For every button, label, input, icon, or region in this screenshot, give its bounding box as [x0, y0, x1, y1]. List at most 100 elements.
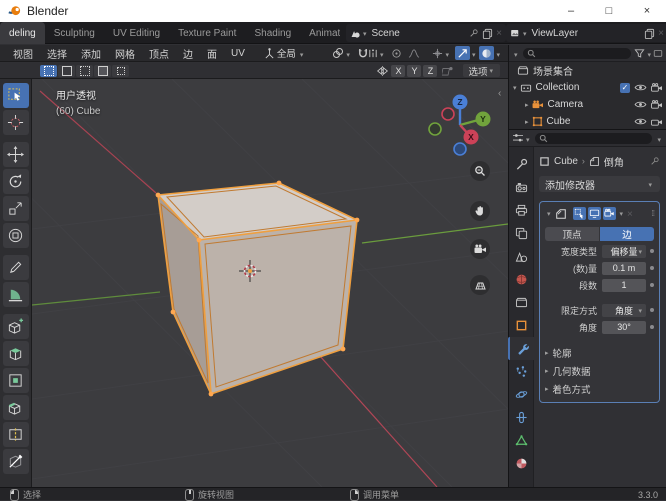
collection-checkbox[interactable] [620, 82, 630, 93]
tool-rotate[interactable] [2, 169, 29, 194]
tab-modeling[interactable]: deling [0, 22, 45, 44]
disable-render-camera-icon[interactable] [651, 82, 663, 93]
maximize-button[interactable]: □ [590, 0, 628, 22]
tab-tool[interactable] [509, 153, 533, 176]
filter-icon[interactable] [634, 48, 646, 59]
tool-scale[interactable] [2, 196, 29, 221]
outliner-row-cube[interactable]: Cube [509, 113, 666, 129]
scene-selector[interactable]: Scene [346, 24, 506, 42]
pin-icon[interactable] [650, 156, 660, 166]
tab-animation[interactable]: Animation [300, 22, 340, 44]
chevron-down-icon[interactable] [523, 28, 527, 39]
tool-transform[interactable] [2, 223, 29, 248]
amount-field[interactable]: 0.1 m [602, 261, 646, 275]
hide-eye-icon[interactable] [634, 83, 647, 92]
menu-select[interactable]: 选择 [40, 46, 74, 61]
display-edit-mode-toggle[interactable] [572, 207, 586, 220]
breadcrumb-modifier[interactable]: 倒角 [604, 154, 624, 169]
menu-mesh[interactable]: 网格 [108, 46, 142, 61]
viewlayer-selector[interactable]: ViewLayer [506, 24, 666, 42]
limit-method-dropdown[interactable]: 角度 [602, 303, 646, 317]
options-dropdown[interactable]: 选项 [463, 64, 500, 78]
section-shading[interactable]: 着色方式 [545, 381, 654, 396]
viewlayer-name[interactable]: ViewLayer [532, 28, 645, 39]
row-label[interactable]: Collection [536, 82, 616, 93]
minimize-button[interactable]: – [552, 0, 590, 22]
chevron-down-icon[interactable] [472, 44, 476, 62]
tool-bevel[interactable] [2, 395, 29, 420]
tab-uv-editing[interactable]: UV Editing [104, 22, 169, 44]
tab-collection[interactable] [509, 291, 533, 314]
disable-render-camera-icon[interactable] [651, 117, 663, 127]
tool-annotate[interactable] [2, 255, 29, 280]
mirror-y-button[interactable]: Y [407, 64, 422, 77]
row-label[interactable]: 场景集合 [533, 63, 663, 78]
animate-dot-icon[interactable] [650, 249, 654, 253]
segments-field[interactable]: 1 [602, 278, 646, 292]
snapping-dropdown[interactable] [356, 46, 388, 60]
tool-move[interactable] [2, 142, 29, 167]
select-mode-invert-icon[interactable] [94, 64, 111, 77]
unlink-scene-icon[interactable] [496, 28, 502, 39]
row-label[interactable]: Cube [547, 116, 630, 127]
overlays-toggle[interactable] [454, 46, 470, 60]
navigation-gizmo[interactable]: Z Y X [428, 91, 494, 161]
mirror-z-button[interactable]: Z [423, 64, 438, 77]
new-viewlayer-icon[interactable] [644, 28, 655, 39]
angle-field[interactable]: 30° [602, 320, 646, 334]
zoom-button[interactable] [470, 161, 490, 181]
tab-output[interactable] [509, 199, 533, 222]
chevron-down-icon[interactable] [647, 45, 651, 62]
animate-dot-icon[interactable] [650, 308, 654, 312]
modifier-extras-icon[interactable] [620, 208, 624, 219]
width-type-dropdown[interactable]: 偏移量 [602, 244, 646, 258]
display-render-toggle[interactable] [602, 207, 616, 220]
tab-shading[interactable]: Shading [245, 22, 300, 44]
breadcrumb-object[interactable]: Cube [554, 156, 578, 167]
tool-loop-cut[interactable] [2, 422, 29, 447]
tool-inset-faces[interactable] [2, 368, 29, 393]
pan-button[interactable] [470, 201, 490, 221]
add-modifier-button[interactable]: 添加修改器 [539, 176, 660, 192]
tool-knife[interactable] [2, 449, 29, 474]
tool-add-cube[interactable] [2, 314, 29, 339]
tab-view-layer[interactable] [509, 222, 533, 245]
select-mode-new-icon[interactable] [40, 64, 57, 77]
tool-tweak-select[interactable] [2, 83, 29, 108]
animate-dot-icon[interactable] [650, 325, 654, 329]
tab-render[interactable] [509, 176, 533, 199]
tab-constraints[interactable] [509, 406, 533, 429]
proportional-editing-toggle[interactable] [389, 46, 404, 60]
tab-modifiers[interactable] [508, 337, 534, 360]
tab-object-data[interactable] [509, 429, 533, 452]
disable-render-camera-icon[interactable] [651, 99, 663, 110]
close-button[interactable]: × [628, 0, 666, 22]
affect-edges-tab[interactable]: 边 [600, 227, 654, 241]
tool-measure[interactable] [2, 282, 29, 307]
menu-add[interactable]: 添加 [74, 46, 108, 61]
new-scene-icon[interactable] [482, 28, 493, 39]
remove-viewlayer-icon[interactable] [658, 28, 664, 39]
tab-sculpting[interactable]: Sculpting [45, 22, 104, 44]
expand-icon[interactable] [525, 99, 529, 110]
animate-dot-icon[interactable] [650, 283, 654, 287]
falloff-dropdown[interactable] [406, 46, 422, 60]
menu-uv[interactable]: UV [224, 48, 252, 59]
menu-vertex[interactable]: 顶点 [142, 46, 176, 61]
section-geometry[interactable]: 几何数据 [545, 363, 654, 378]
pin-icon[interactable] [469, 28, 479, 38]
expand-icon[interactable] [525, 116, 529, 127]
tool-extrude-region[interactable] [2, 341, 29, 366]
drag-handle-icon[interactable] [652, 209, 654, 218]
viewport-shading-solid[interactable] [479, 46, 495, 60]
menu-edge[interactable]: 边 [176, 46, 200, 61]
properties-editor-icon[interactable] [512, 133, 524, 143]
menu-view[interactable]: 视图 [6, 46, 40, 61]
section-profile[interactable]: 轮廓 [545, 345, 654, 360]
animate-dot-icon[interactable] [650, 266, 654, 270]
properties-search-input[interactable] [534, 132, 653, 144]
chevron-down-icon[interactable] [363, 28, 367, 39]
panel-expand-icon[interactable] [547, 208, 551, 219]
outliner-row-scene-collection[interactable]: 场景集合 [509, 62, 666, 79]
scene-name[interactable]: Scene [372, 28, 470, 39]
